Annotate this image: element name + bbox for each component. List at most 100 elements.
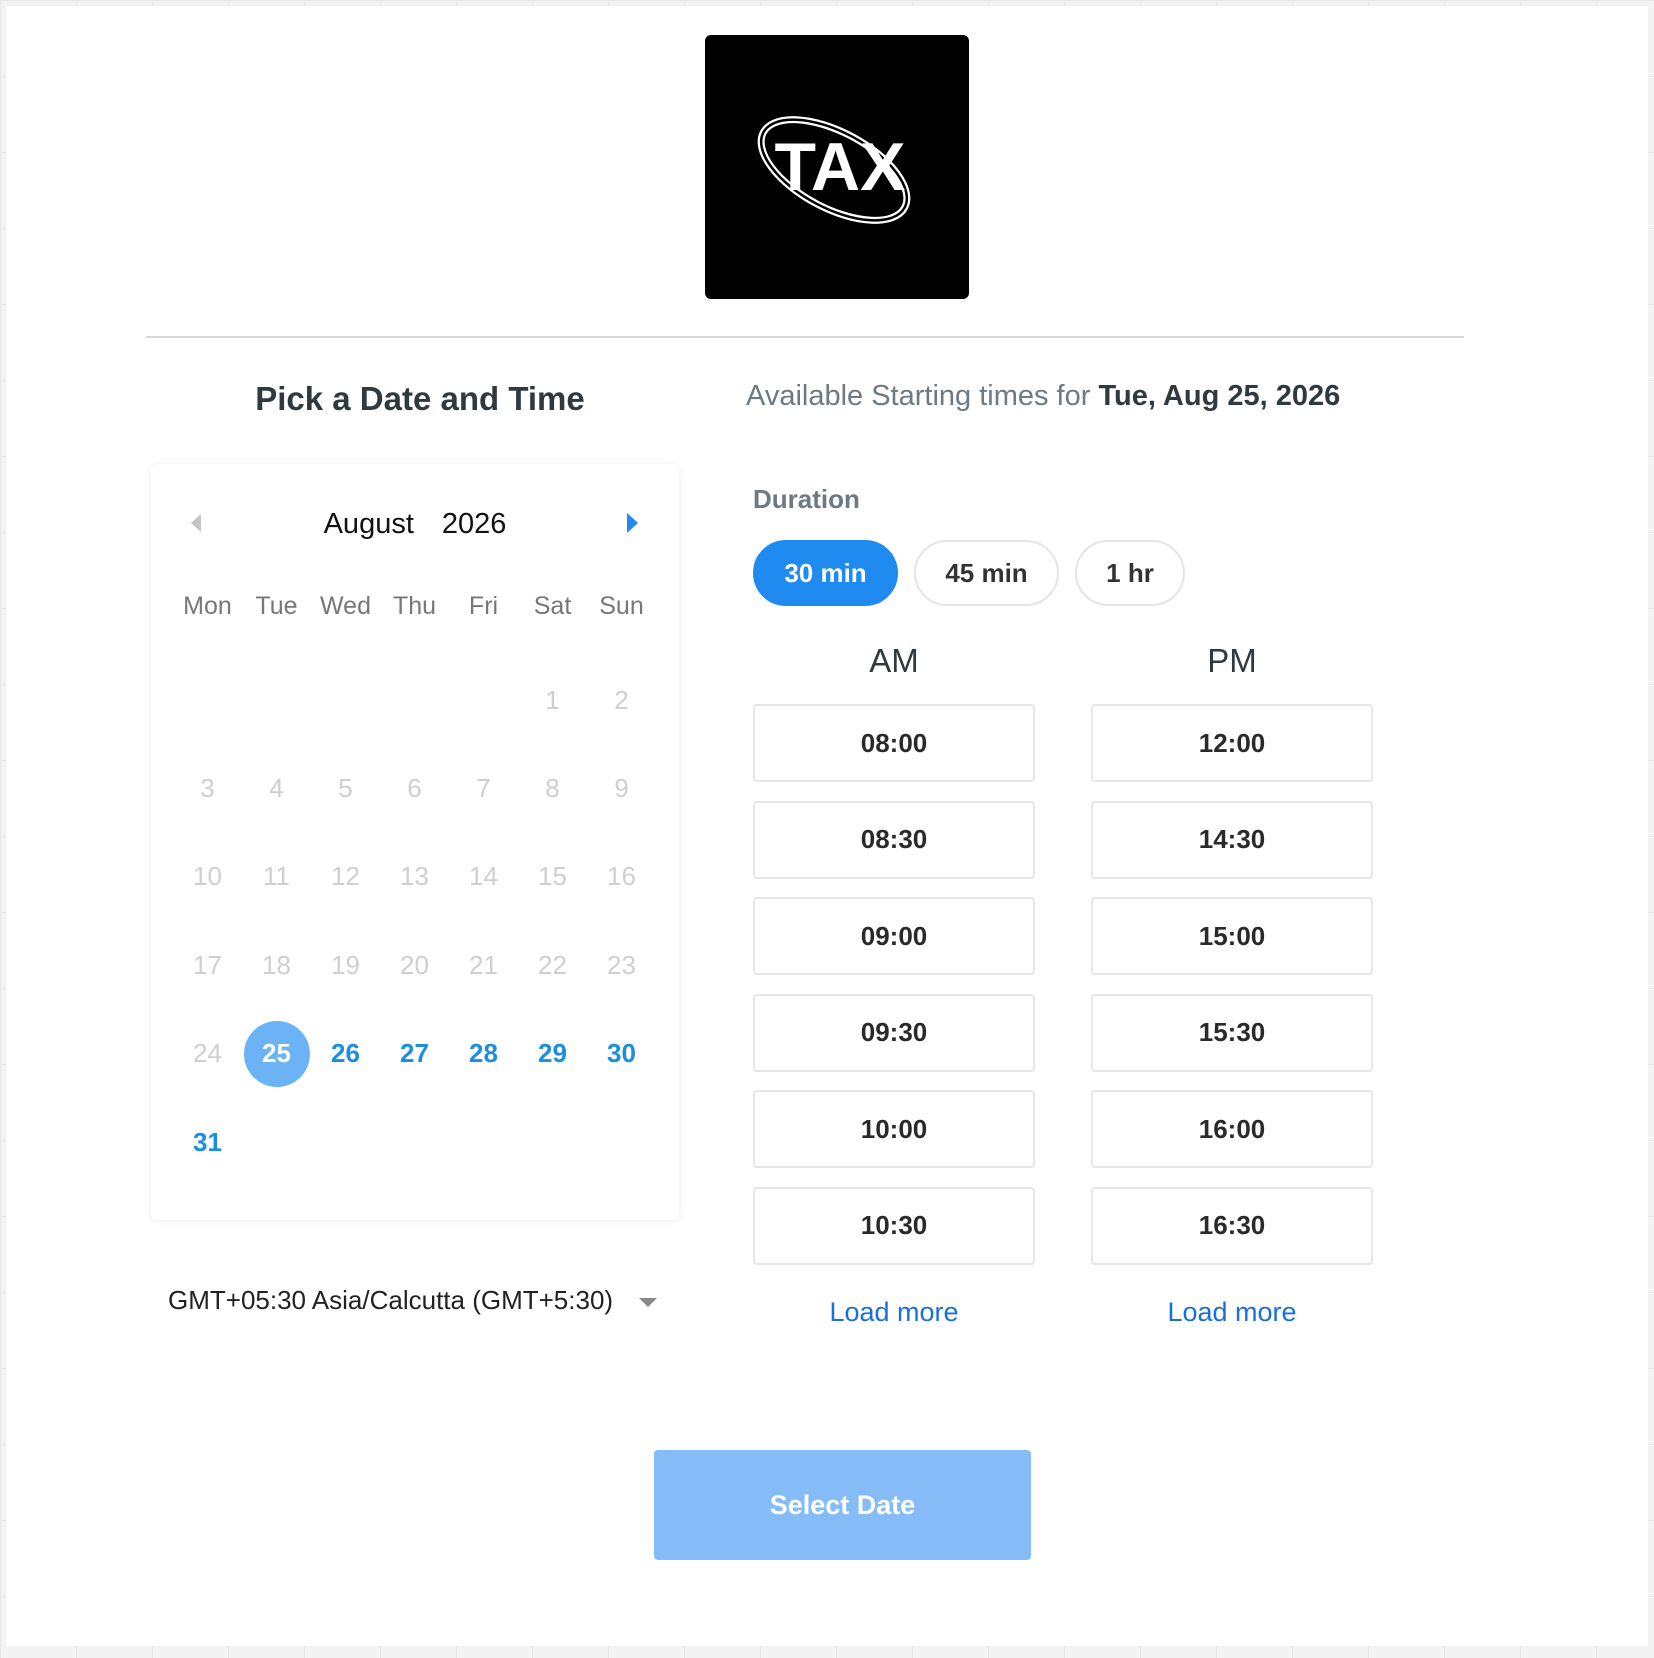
duration-option-2[interactable]: 45 min [914,540,1059,606]
time-slot-button[interactable]: 08:00 [753,704,1035,782]
am-label: AM [869,642,919,679]
calendar-day-number: 27 [400,1038,429,1069]
calendar-day: 24 [173,1010,242,1098]
calendar-day: 19 [311,921,380,1009]
calendar-day-number: 28 [469,1038,498,1069]
calendar-day-number: 2 [614,684,629,715]
calendar-day-number: 26 [331,1038,360,1069]
calendar-day: 17 [173,921,242,1009]
pm-slot-list: 12:00 14:30 15:00 15:30 16:00 16:30 [1091,704,1373,1265]
calendar-day[interactable]: 27 [380,1010,449,1098]
time-slot-button[interactable]: 10:00 [753,1090,1035,1168]
timezone-select[interactable]: GMT+05:30 Asia/Calcutta (GMT+5:30) [168,1282,668,1318]
time-slot-button[interactable]: 15:30 [1091,993,1373,1072]
calendar-days: 1 2 3 4 5 6 7 8 9 10 11 12 13 14 15 16 17 18 19 20 21 22 23 24 2… [173,656,657,1186]
time-slot-button[interactable]: 14:30 [1091,800,1373,879]
calendar-day-number: 18 [262,949,291,980]
calendar-day-number: 17 [193,949,222,980]
calendar-day-number: 9 [614,773,629,804]
duration-option-1[interactable]: 30 min [753,540,898,606]
calendar-day: 10 [173,833,242,921]
calendar-day: 23 [587,921,656,1009]
select-date-button[interactable]: Select Date [654,1450,1031,1560]
duration-options: 30 min 45 min 1 hr [753,540,1185,606]
calendar-day-number: 21 [469,949,498,980]
calendar-day[interactable]: 26 [311,1010,380,1098]
prev-month-button[interactable] [181,508,211,538]
calendar-day[interactable]: 31 [173,1098,242,1186]
calendar-day-number: 23 [607,949,636,980]
time-slot-button[interactable]: 09:30 [753,993,1035,1072]
calendar-day: 5 [311,744,380,832]
calendar-day-number: 24 [193,1038,222,1069]
calendar-blank-cell [242,656,311,744]
available-times-prefix: Available Starting times for [746,380,1099,412]
calendar-day-selected[interactable]: 25 [242,1010,311,1098]
calendar-year: 2026 [441,508,507,540]
available-times-title: Available Starting times for Tue, Aug 25… [746,380,1340,413]
calendar-day-number: 13 [400,861,429,892]
calendar-day[interactable]: 28 [449,1010,518,1098]
booking-page: TAX Pick a Date and Time Available Start… [6,6,1648,1646]
calendar-day: 4 [242,744,311,832]
calendar-day: 7 [449,744,518,832]
weekday-label: Tue [255,592,298,620]
calendar-day: 21 [449,921,518,1009]
calendar-blank-cell [173,656,242,744]
calendar-month-year: August 2026 [151,508,679,541]
time-slot-button[interactable]: 16:30 [1091,1186,1373,1265]
time-slot-button[interactable]: 08:30 [753,800,1035,879]
duration-label: Duration [753,484,860,514]
time-slot-button[interactable]: 12:00 [1091,704,1373,782]
selected-date-label: Tue, Aug 25, 2026 [1098,380,1341,412]
caret-down-icon [639,1297,658,1307]
calendar-day: 6 [380,744,449,832]
next-month-button[interactable] [617,508,647,538]
page-title: Pick a Date and Time [255,380,585,417]
am-load-more-link[interactable]: Load more [753,1297,1035,1328]
calendar-day: 1 [518,656,587,744]
weekday-label: Thu [392,592,437,620]
calendar-header: August 2026 [151,504,679,544]
calendar-day-number: 5 [338,773,353,804]
time-slot-button[interactable]: 16:00 [1091,1090,1373,1168]
calendar-day: 3 [173,744,242,832]
company-logo: TAX [705,35,969,299]
duration-option-3[interactable]: 1 hr [1075,540,1185,606]
calendar-blank-cell [449,656,518,744]
calendar-day-number: 3 [200,773,215,804]
calendar: August 2026 Mon Tue Wed Thu Fri Sat Sun 1234567… [151,464,679,1220]
calendar-day: 20 [380,921,449,1009]
calendar-day-number: 29 [538,1038,567,1069]
am-slot-list: 08:00 08:30 09:00 09:30 10:00 10:30 [753,704,1035,1265]
calendar-day-number: 1 [545,684,560,715]
time-slot-button[interactable]: 09:00 [753,897,1035,975]
svg-text:TAX: TAX [775,129,906,205]
calendar-day-number: 6 [407,773,422,804]
calendar-day-number: 16 [607,861,636,892]
calendar-day: 14 [449,833,518,921]
time-slot-button[interactable]: 10:30 [753,1186,1035,1265]
calendar-day: 9 [587,744,656,832]
weekday-label: Fri [468,592,499,620]
calendar-day: 2 [587,656,656,744]
time-slot-button[interactable]: 15:00 [1091,897,1373,975]
timezone-value: GMT+05:30 Asia/Calcutta (GMT+5:30) [168,1284,614,1315]
calendar-day: 12 [311,833,380,921]
calendar-day: 16 [587,833,656,921]
calendar-blank-cell [380,656,449,744]
chevron-left-icon [191,514,201,532]
weekday-label: Mon [183,592,232,620]
calendar-day[interactable]: 29 [518,1010,587,1098]
header-divider [146,336,1464,338]
calendar-day-number: 19 [331,949,360,980]
calendar-blank-cell [311,656,380,744]
pm-load-more-link[interactable]: Load more [1091,1297,1373,1328]
am-slots-column: AM 08:00 08:30 09:00 09:30 10:00 10:30 Load m… [753,642,1035,1328]
tax-logo-icon: TAX [757,116,911,224]
calendar-day: 18 [242,921,311,1009]
calendar-day-number: 25 [243,1020,310,1087]
pm-slots-column: PM 12:00 14:30 15:00 15:30 16:00 16:30 Load m… [1091,642,1373,1328]
calendar-day: 15 [518,833,587,921]
calendar-day[interactable]: 30 [587,1010,656,1098]
